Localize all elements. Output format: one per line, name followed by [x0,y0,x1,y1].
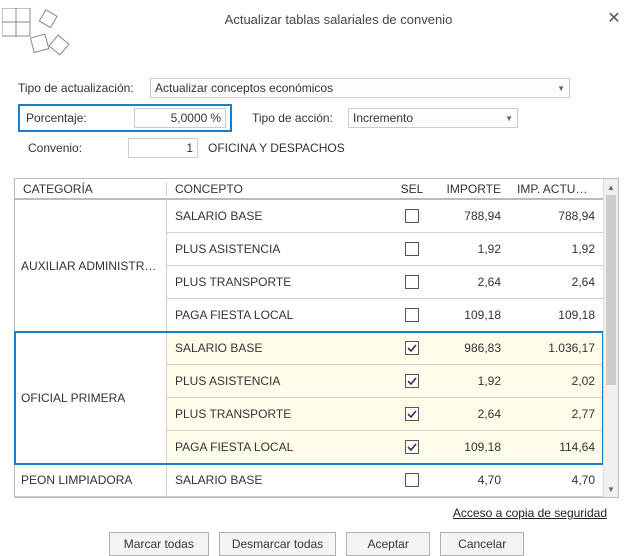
table-row[interactable]: SALARIO BASE 4,704,70 [167,464,603,497]
table-row[interactable]: PAGA FIESTA LOCAL 109,18109,18 [167,299,603,332]
header-concept[interactable]: CONCEPTO [167,182,393,196]
updated-amount-cell: 2,64 [509,266,603,298]
sel-cell [393,266,431,298]
action-type-label: Tipo de acción: [252,111,342,125]
concept-cell: PLUS ASISTENCIA [167,233,393,265]
amount-cell: 4,70 [431,464,509,496]
sel-cell [393,464,431,496]
scroll-thumb[interactable] [606,195,616,385]
updated-amount-cell: 114,64 [509,431,603,463]
backup-link[interactable]: Acceso a copia de seguridad [453,506,607,520]
row-checkbox[interactable] [405,209,419,223]
amount-cell: 2,64 [431,266,509,298]
updated-amount-cell: 1,92 [509,233,603,265]
percentage-highlight: Porcentaje: 5,0000 % [18,104,232,132]
vertical-scrollbar[interactable]: ▲ ▼ [603,179,618,497]
mark-all-button[interactable]: Marcar todas [109,532,209,556]
updated-amount-cell: 1.036,17 [509,332,603,364]
amount-cell: 2,64 [431,398,509,430]
percentage-unit: % [210,111,221,125]
sel-cell [393,365,431,397]
concept-cell: SALARIO BASE [167,200,393,232]
concept-cell: PLUS TRANSPORTE [167,266,393,298]
row-checkbox[interactable] [405,440,419,454]
table-row[interactable]: PLUS ASISTENCIA 1,922,02 [167,365,603,398]
scroll-up-arrow[interactable]: ▲ [604,179,618,195]
amount-cell: 109,18 [431,299,509,331]
cancel-button[interactable]: Cancelar [440,532,524,556]
percentage-label: Porcentaje: [26,111,134,125]
amount-cell: 1,92 [431,233,509,265]
table-row[interactable]: PAGA FIESTA LOCAL 109,18114,64 [167,431,603,464]
agreement-number-input[interactable]: 1 [128,138,198,158]
table-row[interactable]: SALARIO BASE 986,831.036,17 [167,332,603,365]
update-type-label: Tipo de actualización: [18,81,144,95]
amount-cell: 986,83 [431,332,509,364]
close-button[interactable]: ✕ [605,8,623,28]
concept-cell: PLUS ASISTENCIA [167,365,393,397]
category-group: AUXILIAR ADMINISTRATI...SALARIO BASE 788,… [15,200,603,332]
updated-amount-cell: 109,18 [509,299,603,331]
row-checkbox[interactable] [405,242,419,256]
unmark-all-button[interactable]: Desmarcar todas [219,532,336,556]
category-cell[interactable]: OFICIAL PRIMERA [15,332,167,464]
percentage-input[interactable]: 5,0000 % [134,108,226,128]
table-row[interactable]: PLUS ASISTENCIA 1,921,92 [167,233,603,266]
sel-cell [393,200,431,232]
header-category[interactable]: CATEGORÍA [15,182,167,196]
sel-cell [393,431,431,463]
action-type-value: Incremento [353,111,413,125]
table-row[interactable]: SALARIO BASE 788,94788,94 [167,200,603,233]
sel-cell [393,332,431,364]
amount-cell: 788,94 [431,200,509,232]
category-group: PEON LIMPIADORASALARIO BASE 4,704,70 [15,464,603,497]
app-logo [2,8,72,68]
table-row[interactable]: PLUS TRANSPORTE 2,642,77 [167,398,603,431]
table-header-row: CATEGORÍA CONCEPTO SEL IMPORTE IMP. ACTU… [15,179,603,200]
updated-amount-cell: 2,02 [509,365,603,397]
sel-cell [393,398,431,430]
concept-cell: PAGA FIESTA LOCAL [167,431,393,463]
accept-button[interactable]: Aceptar [346,532,430,556]
chevron-down-icon: ▼ [557,84,565,93]
category-cell[interactable]: PEON LIMPIADORA [15,464,167,497]
row-checkbox[interactable] [405,308,419,322]
sel-cell [393,299,431,331]
row-checkbox[interactable] [405,275,419,289]
salary-table: CATEGORÍA CONCEPTO SEL IMPORTE IMP. ACTU… [14,178,619,498]
agreement-name: OFICINA Y DESPACHOS [208,141,345,155]
action-type-select[interactable]: Incremento ▼ [348,108,518,128]
amount-cell: 109,18 [431,431,509,463]
concept-cell: PLUS TRANSPORTE [167,398,393,430]
category-group: OFICIAL PRIMERASALARIO BASE 986,831.036,1… [15,332,603,464]
update-type-value: Actualizar conceptos económicos [155,81,333,95]
table-row[interactable]: PLUS TRANSPORTE 2,642,64 [167,266,603,299]
updated-amount-cell: 2,77 [509,398,603,430]
concept-cell: PAGA FIESTA LOCAL [167,299,393,331]
row-checkbox[interactable] [405,374,419,388]
update-type-select[interactable]: Actualizar conceptos económicos ▼ [150,78,570,98]
concept-cell: SALARIO BASE [167,464,393,496]
agreement-label: Convenio: [28,141,122,155]
scroll-down-arrow[interactable]: ▼ [604,481,618,497]
category-cell[interactable]: AUXILIAR ADMINISTRATI... [15,200,167,332]
row-checkbox[interactable] [405,407,419,421]
header-updated-amount[interactable]: IMP. ACTUALI... [509,182,603,196]
header-sel[interactable]: SEL [393,182,431,196]
window-title: Actualizar tablas salariales de convenio [72,12,605,27]
concept-cell: SALARIO BASE [167,332,393,364]
updated-amount-cell: 4,70 [509,464,603,496]
row-checkbox[interactable] [405,341,419,355]
updated-amount-cell: 788,94 [509,200,603,232]
header-amount[interactable]: IMPORTE [431,182,509,196]
amount-cell: 1,92 [431,365,509,397]
chevron-down-icon: ▼ [505,114,513,123]
sel-cell [393,233,431,265]
row-checkbox[interactable] [405,473,419,487]
